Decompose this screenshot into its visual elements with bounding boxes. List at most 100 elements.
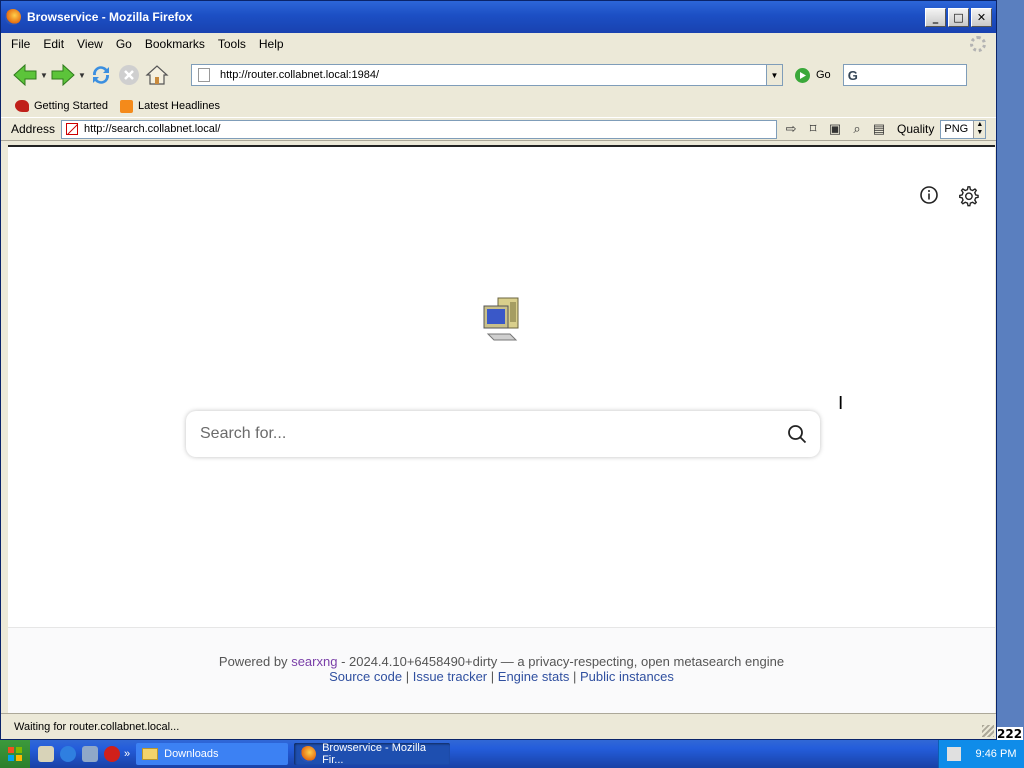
taskbar: » Downloads Browservice - Mozilla Fir...… (0, 740, 1024, 768)
desktop-badge: 222 (996, 727, 1024, 741)
menu-bar: File Edit View Go Bookmarks Tools Help (1, 33, 996, 55)
taskbar-downloads[interactable]: Downloads (136, 743, 289, 765)
url-bar[interactable]: http://router.collabnet.local:1984/ ▼ (191, 64, 783, 86)
address-label: Address (11, 122, 56, 136)
title-bar[interactable]: Browservice - Mozilla Firefox _ □ ✕ (1, 1, 996, 33)
back-history-dropdown[interactable]: ▼ (39, 71, 49, 80)
menu-file[interactable]: File (11, 37, 30, 51)
taskbar-firefox[interactable]: Browservice - Mozilla Fir... (294, 742, 451, 766)
firefox-icon (300, 746, 317, 762)
separator: | (405, 669, 410, 684)
public-instances-link[interactable]: Public instances (580, 669, 674, 684)
maximize-button[interactable]: □ (948, 7, 969, 27)
menu-edit[interactable]: Edit (43, 37, 64, 51)
url-history-dropdown[interactable]: ▼ (766, 65, 782, 85)
throbber-icon (970, 36, 986, 52)
stop-icon (119, 65, 139, 85)
source-code-link[interactable]: Source code (329, 669, 402, 684)
magnifier-icon (788, 425, 807, 444)
home-button[interactable] (143, 61, 171, 89)
quicklaunch-editor-icon[interactable] (38, 746, 54, 762)
resize-grip-icon[interactable] (982, 725, 994, 737)
text-cursor-icon: I (838, 393, 844, 414)
search-button[interactable] (774, 411, 820, 457)
firefox-icon (5, 9, 21, 25)
url-text: http://router.collabnet.local:1984/ (220, 69, 379, 81)
go-label: Go (816, 69, 831, 81)
close-button[interactable]: ✕ (971, 7, 992, 27)
folder-icon (142, 748, 159, 760)
forward-history-dropdown[interactable]: ▼ (77, 71, 87, 80)
search-engine-box[interactable]: G (842, 64, 967, 86)
page-footer: Powered by searxng - 2024.4.10+6458490+d… (8, 627, 995, 715)
bookmark-page-icon[interactable]: ⌑ (805, 121, 821, 137)
rss-icon (120, 99, 133, 113)
reload-button[interactable] (87, 61, 115, 89)
clock[interactable]: 9:46 PM (976, 748, 1017, 760)
network-tray-icon[interactable] (946, 747, 961, 761)
forward-button[interactable] (49, 61, 77, 89)
powered-by-text: Powered by (218, 654, 288, 669)
find-binoculars-icon[interactable]: ⌕ (849, 121, 865, 137)
separator: | (490, 669, 495, 684)
menu-view[interactable]: View (77, 37, 103, 51)
settings-gear-icon[interactable] (957, 185, 979, 207)
bookmark-label: Latest Headlines (138, 100, 220, 112)
computer-logo-icon (483, 297, 519, 341)
navigate-arrow-icon[interactable]: ⇨ (783, 121, 799, 137)
quality-label: Quality (897, 122, 935, 136)
quality-selector[interactable]: PNG ▲ ▼ (940, 119, 987, 139)
menu-bookmarks[interactable]: Bookmarks (145, 37, 205, 51)
start-button[interactable] (0, 740, 30, 768)
page-icon (198, 68, 210, 82)
bookmark-getting-started[interactable]: Getting Started (15, 100, 108, 112)
window-title: Browservice - Mozilla Firefox (27, 10, 193, 24)
menu-help[interactable]: Help (259, 37, 284, 51)
quicklaunch-opera-icon[interactable] (104, 746, 120, 762)
quality-value: PNG (944, 123, 969, 135)
search-engine-google-icon[interactable]: G (848, 68, 858, 83)
search-bar (186, 411, 820, 457)
desktop-background (996, 0, 1024, 740)
status-text: Waiting for router.collabnet.local... (14, 720, 180, 733)
engine-stats-link[interactable]: Engine stats (498, 669, 570, 684)
menu-tools[interactable]: Tools (218, 37, 246, 51)
menu-go[interactable]: Go (116, 37, 132, 51)
back-arrow-icon (13, 64, 37, 86)
search-input[interactable] (200, 425, 774, 443)
navigation-toolbar: ▼ ▼ http://router.collabnet.local:1984/ … (1, 55, 996, 95)
page-content: I Powered by searxng - 2024.4.10+6458490… (8, 145, 995, 715)
quicklaunch-ie-icon[interactable] (60, 746, 76, 762)
clipboard-icon[interactable]: ▤ (871, 121, 887, 137)
issue-tracker-link[interactable]: Issue tracker (413, 669, 487, 684)
info-icon[interactable] (919, 185, 939, 205)
minimize-button[interactable]: _ (925, 7, 946, 27)
stop-button[interactable] (115, 61, 143, 89)
back-button[interactable] (11, 61, 39, 89)
address-field[interactable]: http://search.collabnet.local/ (61, 119, 778, 139)
task-label: Browservice - Mozilla Fir... (322, 742, 426, 766)
bookmark-label: Getting Started (34, 100, 108, 112)
quicklaunch-tool-icon[interactable] (82, 746, 98, 762)
forward-arrow-icon (51, 64, 75, 86)
bookmark-latest-headlines[interactable]: Latest Headlines (120, 99, 220, 113)
home-icon (145, 65, 169, 85)
windows-flag-icon (8, 747, 22, 761)
searxng-link[interactable]: searxng (291, 654, 337, 669)
bookmarks-menu-icon[interactable]: ▣ (827, 121, 843, 137)
getting-started-icon (15, 100, 29, 112)
reload-icon (92, 66, 110, 84)
go-button[interactable]: Go (795, 67, 831, 83)
go-arrow-icon (795, 67, 810, 83)
browser-window: Browservice - Mozilla Firefox _ □ ✕ File… (0, 0, 997, 740)
address-text: http://search.collabnet.local/ (84, 123, 221, 135)
version-text: - 2024.4.10+6458490+dirty — a privacy-re… (341, 654, 785, 669)
insecure-icon (66, 123, 79, 135)
task-label: Downloads (164, 748, 219, 760)
browservice-toolbar: Address http://search.collabnet.local/ ⇨… (1, 117, 996, 141)
status-bar: Waiting for router.collabnet.local... (1, 713, 996, 739)
quality-spinner[interactable]: ▲ ▼ (973, 120, 986, 138)
quicklaunch-chevron[interactable]: » (124, 748, 130, 760)
separator: | (572, 669, 577, 684)
system-tray: 9:46 PM (938, 740, 1024, 768)
